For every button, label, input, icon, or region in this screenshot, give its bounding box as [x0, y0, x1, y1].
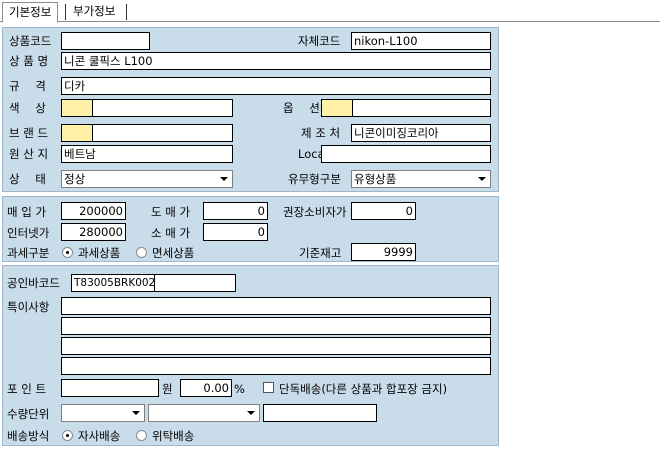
maker-label: 제 조 처	[301, 126, 341, 140]
base-stock-input[interactable]: 9999	[351, 243, 416, 261]
brand-label: 브 랜 드	[9, 126, 49, 140]
spec-label: 규 격	[9, 79, 46, 93]
ship-own-radio[interactable]	[62, 430, 73, 441]
type-select-value: 유형상품	[354, 172, 397, 186]
status-label: 상 태	[9, 172, 46, 186]
color-input[interactable]	[61, 99, 233, 117]
tab-bar: 기본정보 부가정보	[0, 0, 660, 23]
online-price-label: 인터넷가	[7, 226, 50, 240]
ship-method-label: 배송방식	[7, 429, 50, 443]
ship-consign-radio[interactable]	[136, 430, 147, 441]
tab-separator	[126, 4, 127, 20]
maker-input[interactable]: 니콘이미징코리아	[351, 124, 491, 142]
option-input[interactable]	[321, 99, 491, 117]
msrp-label: 권장소비자가	[283, 205, 347, 219]
retail-price-input[interactable]: 0	[203, 223, 268, 241]
type-label: 유무형구분	[288, 172, 341, 186]
chevron-down-icon[interactable]	[129, 406, 143, 420]
color-label: 색 상	[9, 101, 46, 115]
extra-section: 공인바코드 T83005BRK002 특이사항 포 인 트 원 0.00 % 단…	[2, 265, 499, 446]
qty-unit-select-1[interactable]	[61, 404, 145, 422]
base-stock-label: 기준재고	[299, 246, 342, 260]
purchase-price-label: 매 입 가	[7, 205, 47, 219]
origin-label: 원 산 지	[9, 147, 49, 161]
tax-exempt-label[interactable]: 면세상품	[152, 246, 194, 260]
point-rate-input[interactable]: 0.00	[180, 379, 232, 397]
chevron-down-icon[interactable]	[475, 172, 489, 186]
product-name-label: 상 품 명	[9, 54, 49, 68]
notes-line-2[interactable]	[61, 317, 491, 335]
notes-label: 특이사항	[7, 300, 50, 314]
barcode-input[interactable]: T83005BRK002	[71, 274, 155, 292]
type-select[interactable]: 유형상품	[351, 170, 491, 188]
product-code-input[interactable]	[61, 32, 150, 50]
chevron-down-icon[interactable]	[217, 172, 231, 186]
own-code-label: 자체코드	[298, 34, 341, 48]
tax-type-label: 과세구분	[7, 246, 50, 260]
notes-line-3[interactable]	[61, 337, 491, 355]
notes-line-1[interactable]	[61, 297, 491, 315]
product-code-label: 상품코드	[9, 34, 52, 48]
msrp-input[interactable]: 0	[351, 202, 416, 220]
tax-taxable-label[interactable]: 과세상품	[78, 246, 120, 260]
single-ship-label[interactable]: 단독배송(다른 상품과 합포장 금지)	[279, 382, 447, 396]
barcode-label: 공인바코드	[7, 276, 60, 290]
brand-input[interactable]	[61, 124, 233, 142]
tab-basic-info[interactable]: 기본정보	[2, 2, 59, 23]
point-unit: 원	[162, 382, 173, 396]
own-code-input[interactable]: nikon-L100	[351, 32, 491, 50]
status-select[interactable]: 정상	[61, 170, 233, 188]
basic-info-section: 상품코드 자체코드 nikon-L100 상 품 명 니콘 쿨픽스 L100 규…	[2, 27, 499, 192]
status-select-value: 정상	[64, 172, 86, 186]
ship-own-label[interactable]: 자사배송	[78, 429, 120, 443]
ship-consign-label[interactable]: 위탁배송	[152, 429, 194, 443]
point-rate-unit: %	[234, 382, 245, 396]
point-input[interactable]	[61, 379, 159, 397]
tab-extra-info[interactable]: 부가정보	[67, 2, 121, 22]
barcode-extra-input[interactable]	[154, 274, 236, 292]
qty-unit-select-2[interactable]	[148, 404, 260, 422]
tab-separator	[65, 4, 66, 20]
chevron-down-icon[interactable]	[244, 406, 258, 420]
option-label: 옵 션	[283, 101, 320, 115]
qty-unit-label: 수량단위	[7, 407, 50, 421]
online-price-input[interactable]: 280000	[61, 223, 126, 241]
tax-taxable-radio[interactable]	[62, 247, 73, 258]
origin-input[interactable]: 베트남	[61, 145, 233, 163]
point-label: 포 인 트	[7, 382, 47, 396]
wholesale-price-input[interactable]: 0	[203, 202, 268, 220]
spec-input[interactable]: 디카	[61, 77, 491, 95]
notes-line-4[interactable]	[61, 357, 491, 375]
retail-price-label: 소 매 가	[151, 226, 191, 240]
tax-exempt-radio[interactable]	[136, 247, 147, 258]
qty-unit-input[interactable]	[263, 404, 377, 422]
purchase-price-input[interactable]: 200000	[61, 202, 126, 220]
price-section: 매 입 가 200000 도 매 가 0 권장소비자가 0 인터넷가 28000…	[2, 196, 499, 262]
single-ship-checkbox[interactable]	[263, 382, 274, 393]
location-input[interactable]	[321, 145, 491, 163]
product-name-input[interactable]: 니콘 쿨픽스 L100	[61, 52, 491, 70]
wholesale-price-label: 도 매 가	[151, 205, 191, 219]
